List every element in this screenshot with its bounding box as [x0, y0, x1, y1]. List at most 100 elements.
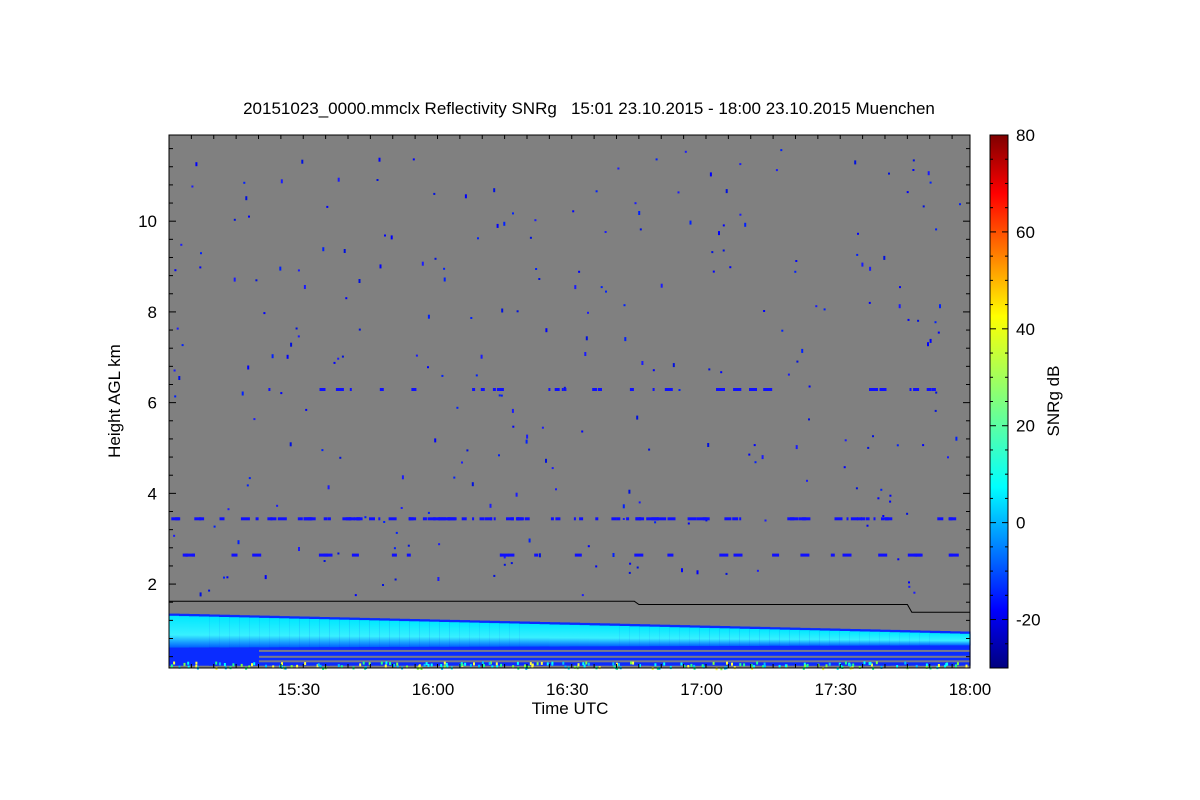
surface-clutter [663, 662, 666, 666]
noise-pixel [869, 266, 872, 271]
noise-band-pixel [724, 517, 732, 521]
echo-core [679, 627, 691, 647]
noise-pixel [475, 374, 478, 377]
noise-pixel [181, 344, 184, 347]
surface-clutter [965, 664, 968, 668]
noise-pixel [823, 308, 826, 311]
noise-pixel [922, 205, 925, 208]
noise-pixel [337, 357, 340, 360]
y-tick-label: 6 [148, 394, 157, 413]
noise-band-pixel [499, 553, 502, 557]
noise-band-pixel [422, 517, 427, 521]
noise-band-pixel [667, 517, 676, 521]
surface-clutter [389, 662, 392, 665]
noise-pixel [720, 371, 723, 374]
surface-clutter [427, 663, 430, 667]
surface-clutter [418, 664, 421, 668]
echo-core [759, 629, 771, 646]
noise-pixel [908, 581, 910, 584]
echo-core [279, 618, 290, 648]
surface-clutter [183, 662, 186, 666]
noise-pixel [395, 531, 398, 534]
noise-pixel [927, 342, 929, 347]
noise-band-pixel [579, 517, 584, 521]
noise-pixel [794, 270, 797, 273]
surface-clutter [495, 662, 498, 666]
noise-band-pixel [881, 517, 884, 521]
noise-pixel [868, 301, 871, 304]
noise-pixel [947, 456, 949, 459]
noise-pixel [628, 571, 631, 574]
noise-band-pixel [931, 388, 936, 391]
noise-pixel [427, 366, 429, 369]
surface-clutter [701, 664, 704, 668]
echo-core [849, 631, 861, 646]
noise-band-pixel [508, 553, 515, 557]
noise-pixel [578, 270, 581, 273]
echo-core [339, 619, 350, 648]
noise-pixel [233, 277, 236, 282]
noise-pixel [623, 304, 626, 307]
surface-clutter [464, 662, 467, 666]
noise-pixel [541, 426, 544, 429]
y-tick-label: 2 [148, 575, 157, 594]
noise-pixel [295, 327, 298, 330]
noise-pixel [199, 266, 202, 269]
surface-clutter [469, 664, 472, 667]
noise-band-pixel [472, 517, 475, 521]
noise-pixel [696, 570, 699, 575]
noise-pixel [856, 253, 859, 256]
noise-pixel [883, 255, 886, 260]
noise-pixel [628, 489, 631, 494]
echo-core [539, 624, 551, 647]
noise-pixel [223, 576, 225, 579]
surface-clutter [756, 661, 759, 665]
noise-band-pixel [598, 388, 602, 391]
noise-pixel [581, 430, 584, 433]
surface-clutter [251, 663, 253, 667]
noise-pixel [739, 163, 742, 166]
echo-core [389, 620, 400, 647]
echo-core [319, 619, 330, 648]
echo-core [879, 631, 891, 646]
noise-pixel [854, 160, 857, 165]
noise-pixel [289, 442, 292, 447]
noise-pixel [604, 231, 607, 233]
surface-clutter [319, 664, 322, 668]
noise-band-pixel [629, 388, 634, 391]
echo-core [839, 631, 851, 646]
noise-pixel [512, 425, 515, 428]
noise-pixel [480, 354, 483, 359]
noise-pixel [882, 515, 885, 517]
surface-clutter [763, 662, 766, 666]
noise-pixel [889, 494, 892, 497]
noise-pixel [529, 236, 532, 239]
surface-clutter [743, 663, 746, 667]
noise-pixel [763, 310, 766, 312]
noise-pixel [461, 461, 463, 464]
surface-clutter [739, 663, 742, 667]
noise-pixel [434, 257, 437, 260]
echo-core [789, 629, 801, 646]
noise-pixel [880, 488, 883, 491]
noise-band-pixel [388, 517, 397, 521]
noise-pixel [600, 286, 603, 289]
noise-pixel [525, 439, 528, 444]
noise-pixel [959, 203, 961, 206]
noise-pixel [935, 228, 938, 231]
echo-core [779, 629, 791, 646]
x-axis-label: Time UTC [532, 699, 609, 718]
surface-clutter [618, 663, 620, 667]
noise-band-pixel [268, 388, 271, 391]
noise-band-pixel [635, 517, 641, 521]
noise-pixel [748, 453, 751, 456]
surface-clutter [488, 662, 491, 665]
surface-clutter [393, 663, 395, 667]
noise-pixel [321, 449, 324, 452]
echo-core [459, 622, 470, 647]
noise-pixel [754, 461, 757, 464]
echo-core [259, 617, 270, 648]
noise-pixel [503, 221, 506, 226]
surface-clutter [825, 664, 828, 668]
noise-band-pixel [616, 517, 621, 521]
